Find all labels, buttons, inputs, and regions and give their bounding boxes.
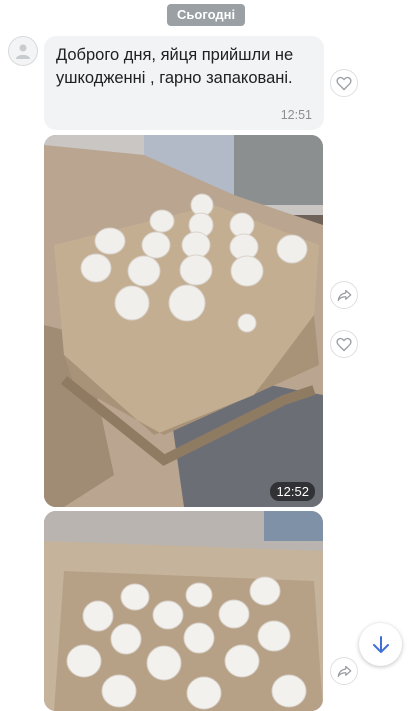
- heart-icon: [336, 76, 352, 90]
- scroll-to-bottom-button[interactable]: [359, 623, 402, 666]
- message-text: Доброго дня, яйця прийшли не ушкодженні …: [56, 46, 294, 87]
- message-bubble[interactable]: Доброго дня, яйця прийшли не ушкодженні …: [44, 36, 324, 130]
- arrow-down-icon: [372, 635, 389, 653]
- photo-time: 12:52: [270, 482, 315, 501]
- share-button[interactable]: [330, 281, 358, 309]
- heart-icon: [336, 337, 352, 351]
- date-separator: Сьогодні: [167, 4, 246, 26]
- egg-tray-image: [44, 511, 323, 711]
- share-icon: [337, 289, 351, 301]
- sender-avatar[interactable]: [8, 36, 38, 66]
- user-avatar-icon: [16, 44, 30, 59]
- message-time: 12:51: [280, 108, 312, 122]
- egg-trays-image: [44, 135, 323, 507]
- egg-photo[interactable]: 12:52: [44, 135, 323, 507]
- share-button[interactable]: [330, 657, 358, 685]
- like-button[interactable]: [330, 69, 358, 97]
- like-button[interactable]: [330, 330, 358, 358]
- egg-photo[interactable]: [44, 511, 323, 711]
- share-icon: [337, 665, 351, 677]
